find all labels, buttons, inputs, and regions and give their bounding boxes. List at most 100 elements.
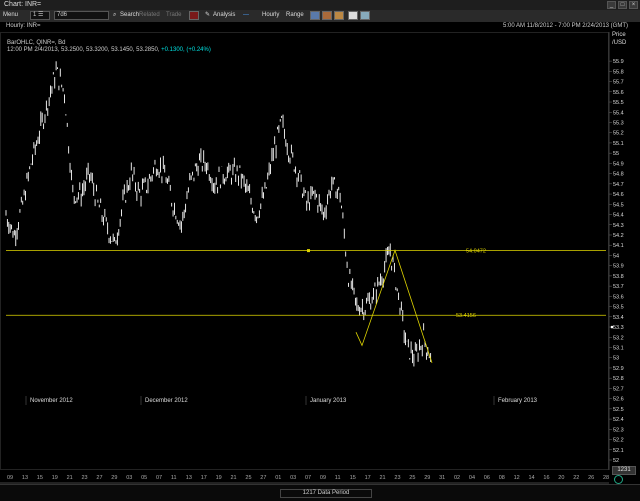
x-tick-label: 23	[394, 475, 400, 481]
x-tick-label: 21	[67, 475, 73, 481]
legend-ohlc-values: 12:00 PM 2/4/2013, 53.2500, 53.3200, 53.…	[7, 47, 160, 53]
search-icon[interactable]: ⌕	[113, 11, 116, 20]
chart-ric-title: Hourly: INR=	[6, 23, 41, 29]
x-tick-label: 20	[558, 475, 564, 481]
x-tick-label: 27	[260, 475, 266, 481]
x-tick-label: 03	[126, 475, 132, 481]
related-button[interactable]: Related	[139, 11, 160, 20]
x-tick-label: 25	[245, 475, 251, 481]
x-tick-label: 12	[514, 475, 520, 481]
y-tick-label: 52	[613, 458, 619, 464]
y-tick-label: 55.5	[613, 100, 624, 106]
layout-icon[interactable]	[360, 11, 370, 20]
x-tick-label: 11	[335, 475, 341, 481]
y-tick-label: 52.8	[613, 376, 624, 382]
x-tick-label: 01	[275, 475, 281, 481]
line-style-icon[interactable]: —	[243, 11, 249, 20]
y-tick-label: 55.4	[613, 110, 624, 116]
y-tick-label: 52.7	[613, 386, 624, 392]
status-bar: 1217 Data Period	[0, 484, 640, 501]
x-tick-label: 29	[111, 475, 117, 481]
close-button[interactable]: ×	[629, 1, 638, 9]
x-tick-label: 17	[365, 475, 371, 481]
x-tick-label: 25	[409, 475, 415, 481]
y-tick-label: 53.6	[613, 294, 624, 300]
y-tick-label: 55.2	[613, 131, 624, 137]
window-title: Chart: INR=	[4, 1, 42, 8]
analysis-icon[interactable]: ✎	[205, 11, 210, 20]
y-tick-label: 53.4	[613, 315, 624, 321]
chart-type-icon[interactable]	[189, 11, 199, 20]
y-tick-label: 54.1	[613, 243, 624, 249]
y-tick-label: 55.9	[613, 59, 624, 65]
x-tick-label: 04	[469, 475, 475, 481]
search-button[interactable]: Search	[120, 11, 139, 20]
x-tick-label: 13	[22, 475, 28, 481]
x-tick-label: 13	[186, 475, 192, 481]
unit-label: /USD	[612, 40, 627, 46]
ric-field[interactable]: 7d6	[54, 11, 109, 20]
maximize-button[interactable]: □	[618, 1, 627, 9]
x-tick-label: 08	[499, 475, 505, 481]
checkbox-icon[interactable]	[348, 11, 358, 20]
x-tick-label: 02	[454, 475, 460, 481]
data-period-label: 1217 Data Period	[280, 489, 372, 498]
chart-icon[interactable]	[310, 11, 320, 20]
x-tick-label: 31	[439, 475, 445, 481]
count-field[interactable]: 1 ☰	[30, 11, 50, 20]
trade-button[interactable]: Trade	[166, 11, 181, 20]
y-tick-label: 54	[613, 253, 619, 259]
y-tick-label: 55.3	[613, 120, 624, 126]
range-button[interactable]: Range	[286, 11, 304, 20]
x-tick-label: 28	[603, 475, 609, 481]
menu-button[interactable]: Menu	[3, 11, 18, 20]
x-tick-label: 19	[52, 475, 58, 481]
x-tick-label: 26	[588, 475, 594, 481]
y-tick-label: 53.5	[613, 305, 624, 311]
hourly-button[interactable]: Hourly	[262, 11, 279, 20]
y-tick-label: 52.2	[613, 438, 624, 444]
x-tick-label: 14	[529, 475, 535, 481]
x-tick-label: 05	[141, 475, 147, 481]
y-tick-label: 52.5	[613, 407, 624, 413]
y-tick-label: 54.5	[613, 202, 624, 208]
chart-time-range: 5:00 AM 11/8/2012 - 7:00 PM 2/24/2013 (G…	[503, 23, 628, 29]
x-tick-label: 15	[350, 475, 356, 481]
y-tick-label: 53	[613, 356, 619, 362]
y-tick-label: 54.6	[613, 192, 624, 198]
refresh-icon[interactable]	[614, 475, 623, 484]
x-tick-label: 15	[37, 475, 43, 481]
y-tick-label: 54.7	[613, 182, 624, 188]
chart-plot-area[interactable]: BarOHLC, QINR=, Bd 12:00 PM 2/4/2013, 53…	[0, 32, 609, 470]
x-tick-label: 23	[82, 475, 88, 481]
y-tick-label: 55.6	[613, 90, 624, 96]
y-tick-label: 54.2	[613, 233, 624, 239]
settings-icon[interactable]	[334, 11, 344, 20]
price-box: 1231	[612, 466, 636, 475]
y-tick-label: 53.1	[613, 345, 624, 351]
y-tick-label: 53.8	[613, 274, 624, 280]
y-tick-label: 53.3	[613, 325, 624, 331]
y-tick-label: 53.7	[613, 284, 624, 290]
x-tick-label: 19	[216, 475, 222, 481]
x-tick-label: 09	[320, 475, 326, 481]
x-tick-label: 09	[7, 475, 13, 481]
y-tick-label: 52.1	[613, 448, 624, 454]
x-tick-label: 16	[543, 475, 549, 481]
x-tick-label: 27	[96, 475, 102, 481]
legend-change: +0.1300, (+0.24%)	[161, 47, 211, 53]
y-tick-label: 55.8	[613, 69, 624, 75]
x-tick-label: 07	[156, 475, 162, 481]
y-tick-label: 52.6	[613, 397, 624, 403]
y-tick-label: 55.1	[613, 141, 624, 147]
minimize-button[interactable]: _	[607, 1, 616, 9]
analysis-button[interactable]: Analysis	[213, 11, 235, 20]
x-tick-label: 11	[171, 475, 177, 481]
x-tick-label: 22	[573, 475, 579, 481]
draw-icon[interactable]	[322, 11, 332, 20]
y-tick-label: 53.2	[613, 335, 624, 341]
x-tick-label: 06	[484, 475, 490, 481]
price-label: Price	[612, 32, 626, 38]
y-tick-label: 54.3	[613, 223, 624, 229]
y-tick-label: 52.4	[613, 417, 624, 423]
